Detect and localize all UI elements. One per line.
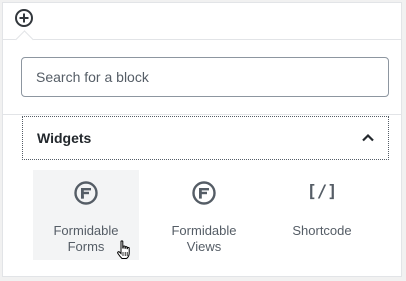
block-label-line1: Formidable (171, 223, 237, 238)
section-title: Widgets (37, 130, 92, 146)
widgets-section-toggle[interactable]: Widgets (22, 116, 389, 160)
block-label: Shortcode (269, 223, 375, 239)
block-label-line1: Shortcode (292, 223, 352, 238)
block-search-input[interactable] (21, 57, 389, 97)
plus-circle-icon (15, 9, 33, 27)
block-shortcode[interactable]: [/] Shortcode (269, 170, 375, 260)
add-block-button[interactable] (14, 8, 34, 28)
chevron-up-icon (362, 133, 374, 142)
hand-pointer-cursor-icon (117, 240, 130, 259)
block-formidable-views[interactable]: Formidable Views (151, 170, 257, 260)
inserter-toolbar (3, 3, 401, 40)
formidable-icon (192, 181, 216, 205)
shortcode-icon: [/] (306, 182, 338, 202)
divider (3, 114, 401, 115)
block-label: Formidable Views (151, 223, 257, 255)
block-inserter-panel: Widgets Formidable Forms Formidable View… (2, 2, 402, 277)
block-label-line1: Formidable (53, 223, 119, 238)
block-label-line2: Views (186, 239, 222, 254)
formidable-icon (74, 181, 98, 205)
